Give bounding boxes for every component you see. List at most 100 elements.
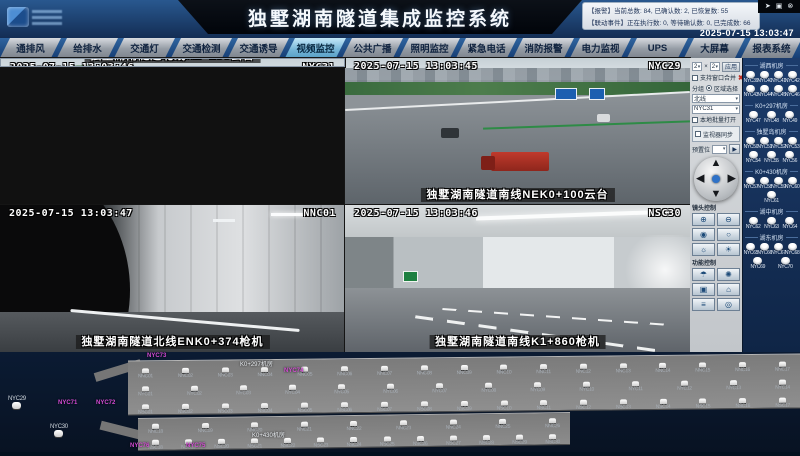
tab-公共广播[interactable]: 公共广播 <box>342 38 403 58</box>
schematic-camera-NNC09[interactable]: NNC09 <box>457 365 472 376</box>
camera-item-NYC59[interactable]: NYC59 <box>772 177 785 190</box>
video-feed-nyc29[interactable]: 2025-07-15 13:03:45 NYC29 独墅湖南隧道南线NEK0+1… <box>345 58 690 205</box>
schematic-camera-NSC11[interactable]: NSC11 <box>537 400 551 411</box>
schematic-camera-NSC10[interactable]: NSC10 <box>497 401 512 412</box>
schematic-camera-NSC24[interactable]: NSC24 <box>347 437 362 448</box>
schematic-camera-NNC18[interactable]: NNC18 <box>148 424 163 435</box>
camera-item-NYC51[interactable]: NYC51 <box>758 137 771 150</box>
schematic-camera-NNC03[interactable]: NNC03 <box>218 367 233 378</box>
layout-cols-select[interactable]: 2▾ <box>692 62 702 71</box>
camera-item-NYC69[interactable]: NYC69 <box>751 257 764 270</box>
focus-near-icon[interactable]: ◉ <box>692 228 715 241</box>
camera-item-NYC55[interactable]: NYC55 <box>765 151 778 164</box>
menu-icon[interactable]: ≡ <box>692 298 715 311</box>
pan-down-icon[interactable]: ▼ <box>711 189 722 200</box>
schematic-camera-NYC07[interactable]: NYC07 <box>432 383 447 394</box>
schematic-camera-NNC12[interactable]: NNC12 <box>576 364 591 375</box>
schematic-camera-NSC09[interactable]: NSC09 <box>457 401 472 412</box>
schematic-camera-NNC07[interactable]: NNC07 <box>377 366 392 377</box>
schematic-camera-NSC05[interactable]: NSC05 <box>297 403 312 414</box>
schematic-camera-NSC30[interactable]: NSC30 <box>545 434 560 445</box>
schematic-camera-NSC08[interactable]: NSC08 <box>417 401 432 412</box>
camera-item-NYC61[interactable]: NYC61 <box>765 191 778 204</box>
pan-up-icon[interactable]: ▲ <box>711 158 722 169</box>
schematic-camera-NSC21[interactable]: NSC21 <box>247 438 262 449</box>
schematic-camera-NSC15[interactable]: NSC15 <box>696 398 711 409</box>
tab-消防报警[interactable]: 消防报警 <box>513 38 574 58</box>
goto-preset-button[interactable]: ▶ <box>729 144 740 154</box>
camera-item-NYC63[interactable]: NYC63 <box>765 217 778 230</box>
joystick-center[interactable] <box>712 175 720 183</box>
tab-照明监控[interactable]: 照明监控 <box>399 38 460 58</box>
schematic-camera-NNC26[interactable]: NNC26 <box>545 418 560 429</box>
schematic-camera-NNC14[interactable]: NNC14 <box>655 363 670 374</box>
camera-item-NYC58[interactable]: NYC58 <box>758 177 771 190</box>
pan-left-icon[interactable]: ◀ <box>696 174 704 185</box>
camera-item-NYC57[interactable]: NYC57 <box>744 177 757 190</box>
schematic-camera-NNC10[interactable]: NNC10 <box>496 365 511 376</box>
camera-item-NYC68[interactable]: NYC68 <box>786 243 799 256</box>
schematic-camera-NNC25[interactable]: NNC25 <box>495 419 510 430</box>
schematic-camera-NSC25[interactable]: NSC25 <box>380 436 395 447</box>
camera-item-NYC45[interactable]: NYC45 <box>772 85 785 98</box>
schematic-camera-NSC02[interactable]: NSC02 <box>178 404 193 415</box>
schematic-camera-NYC11[interactable]: NYC11 <box>628 381 642 392</box>
schematic-camera-NYC03[interactable]: NYC03 <box>236 385 251 396</box>
pan-right-icon[interactable]: ▶ <box>728 174 736 185</box>
video-feed-nnc01[interactable]: 2025-07-15 13:03:47 NNC01 独墅湖南隧道北线ENK0+3… <box>0 205 345 352</box>
schematic-camera-NNC19[interactable]: NNC19 <box>198 423 213 434</box>
camera-item-NYC66[interactable]: NYC66 <box>758 243 771 256</box>
schematic-camera-NYC04[interactable]: NYC04 <box>285 385 300 396</box>
schematic-camera-NYC29[interactable]: NYC29 <box>8 396 26 409</box>
camera-item-NYC60[interactable]: NYC60 <box>786 177 799 190</box>
schematic-camera-NSC26[interactable]: NSC26 <box>413 436 428 447</box>
tab-交通灯[interactable]: 交通灯 <box>114 38 175 58</box>
snapshot-icon[interactable]: ◎ <box>717 298 740 311</box>
schematic-camera-NNC11[interactable]: NNC11 <box>536 364 551 375</box>
display-icon[interactable]: ▣ <box>776 3 783 10</box>
tab-紧急电话[interactable]: 紧急电话 <box>456 38 517 58</box>
ptz-joystick[interactable]: ▲ ▼ ◀ ▶ <box>694 157 738 201</box>
camera-item-NYC46[interactable]: NYC46 <box>786 85 799 98</box>
schematic-camera-NYC13[interactable]: NYC13 <box>726 380 741 391</box>
tab-报表系统[interactable]: 报表系统 <box>741 38 800 58</box>
schematic-camera-NNC24[interactable]: NNC24 <box>446 420 461 431</box>
zoom-in-icon[interactable]: ⊕ <box>692 213 715 226</box>
ptz-camera-label-NYC73[interactable]: NYC73 <box>147 353 166 359</box>
schematic-camera-NYC02[interactable]: NYC02 <box>187 386 202 397</box>
schematic-camera-NSC20[interactable]: NSC20 <box>214 439 229 450</box>
camera-item-NYC39[interactable]: NYC39 <box>744 71 757 84</box>
tab-通排风[interactable]: 通排风 <box>0 38 61 58</box>
camera-item-NYC52[interactable]: NYC52 <box>772 137 785 150</box>
schematic-camera-NYC12[interactable]: NYC12 <box>677 381 692 392</box>
line-select[interactable]: 北线▾ <box>692 94 740 103</box>
schematic-camera-NSC27[interactable]: NSC27 <box>446 436 461 447</box>
camera-item-NYC65[interactable]: NYC65 <box>744 243 757 256</box>
ptz-camera-label-NYC75[interactable]: NYC75 <box>186 443 205 449</box>
schematic-camera-NSC18[interactable]: NSC18 <box>148 440 163 451</box>
home-icon[interactable]: ⌂ <box>717 283 740 296</box>
tab-交通检测[interactable]: 交通检测 <box>171 38 232 58</box>
zoom-out-icon[interactable]: ⊖ <box>717 213 740 226</box>
camera-item-NYC50[interactable]: NYC50 <box>744 137 757 150</box>
camera-item-NYC42[interactable]: NYC42 <box>786 71 799 84</box>
ptz-camera-label-NYC74[interactable]: NYC74 <box>284 368 303 374</box>
cursor-icon[interactable]: ➤ <box>765 3 771 10</box>
camera-item-NYC70[interactable]: NYC70 <box>779 257 792 270</box>
schematic-camera-NSC13[interactable]: NSC13 <box>616 399 631 410</box>
merge-windows-checkbox[interactable] <box>692 75 698 81</box>
area-select-radio[interactable] <box>706 85 712 91</box>
camera-item-NYC47[interactable]: NYC47 <box>747 111 760 124</box>
schematic-camera-NNC06[interactable]: NNC06 <box>337 366 352 377</box>
close-icon[interactable]: ⊗ <box>787 3 793 10</box>
video-feed-nsc30[interactable]: 2025-07-15 13:03:46 NSC30 独墅湖南隧道南线K1+860… <box>345 205 690 352</box>
camera-item-NYC62[interactable]: NYC62 <box>747 217 760 230</box>
iris-open-icon[interactable]: ☼ <box>692 243 715 256</box>
schematic-camera-NYC10[interactable]: NYC10 <box>579 382 594 393</box>
schematic-camera-NNC23[interactable]: NNC23 <box>396 420 411 431</box>
schematic-camera-NSC14[interactable]: NSC14 <box>656 399 671 410</box>
schematic-camera-NNC13[interactable]: NNC13 <box>616 363 631 374</box>
camera-item-NYC48[interactable]: NYC48 <box>765 111 778 124</box>
schematic-camera-NYC01[interactable]: NYC01 <box>138 386 153 397</box>
camera-item-NYC49[interactable]: NYC49 <box>783 111 796 124</box>
